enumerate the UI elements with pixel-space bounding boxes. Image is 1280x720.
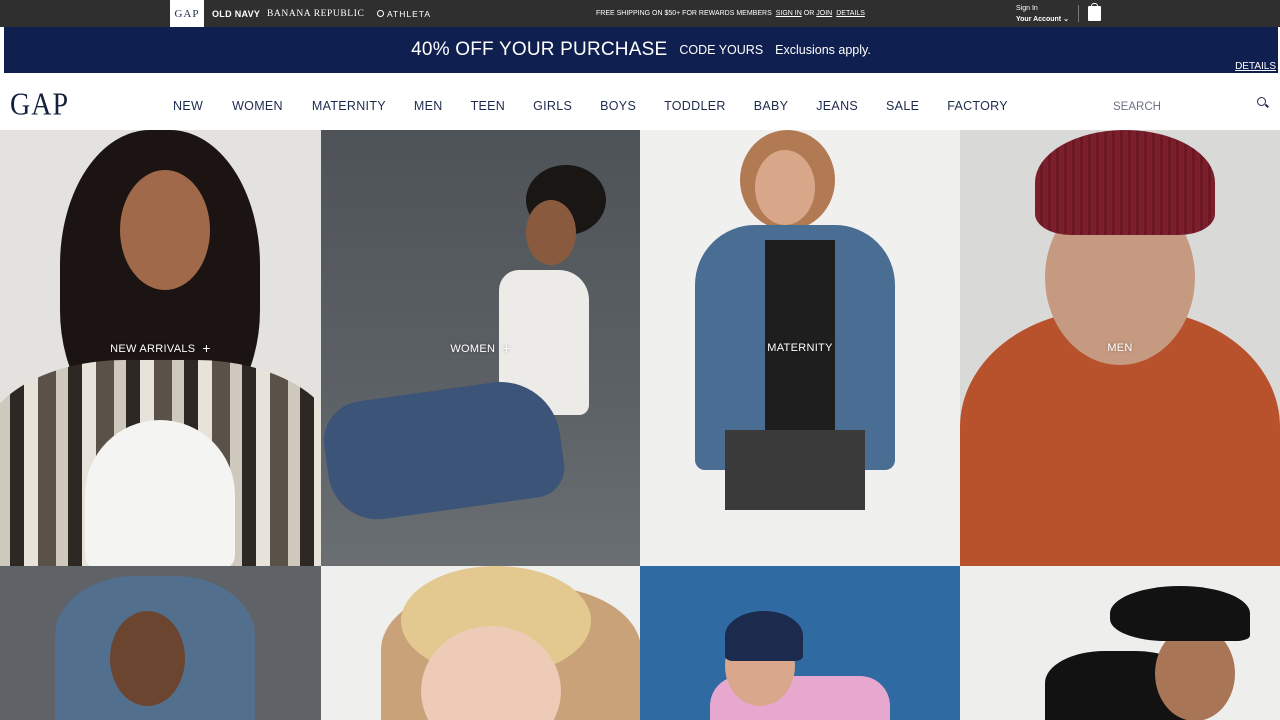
account-menu[interactable]: Sign In Your Account ⌄ [1016,3,1069,25]
promo-banner[interactable]: 40% OFF YOUR PURCHASE CODE YOURS Exclusi… [4,27,1278,73]
nav-categories: NEW WOMEN MATERNITY MEN TEEN GIRLS BOYS … [173,99,1008,113]
tile-girls[interactable] [321,566,640,720]
brand-bar: GAP OLD NAVY BANANA REPUBLIC ATHLETA FRE… [0,0,1280,27]
navy-beanie [725,611,803,661]
jeans [321,374,569,526]
model-face [120,170,210,290]
shipping-details-link[interactable]: DETAILS [836,10,865,17]
tile-label-new-arrivals: NEW ARRIVALS [110,343,196,355]
main-nav: GAP NEW WOMEN MATERNITY MEN TEEN GIRLS B… [0,73,1280,130]
your-account-label[interactable]: Your Account [1016,16,1061,23]
promo-details-link[interactable]: DETAILS [1235,61,1276,72]
brand-link-athleta[interactable]: ATHLETA [377,0,431,27]
sign-in-link[interactable]: SIGN IN [776,10,802,17]
shipping-message: FREE SHIPPING ON $50+ FOR REWARDS MEMBER… [596,0,867,27]
tile-label-men: MEN [1107,342,1133,354]
search-input[interactable] [1113,101,1243,113]
promo-headline: 40% OFF YOUR PURCHASE [411,39,668,60]
brand-link-old-navy[interactable]: OLD NAVY [212,0,260,27]
chevron-down-icon: ⌄ [1063,16,1069,23]
model-face [526,200,576,265]
model-face [110,611,185,706]
shipping-text: FREE SHIPPING ON $50+ FOR REWARDS MEMBER… [596,10,772,17]
promo-exclusions: Exclusions apply. [775,43,871,57]
search-icon[interactable] [1257,97,1266,106]
tile-label-women: WOMEN [450,343,496,355]
white-top [85,420,235,566]
nav-item-baby[interactable]: BABY [754,99,789,113]
nav-item-new[interactable]: NEW [173,99,203,113]
tile-men[interactable]: MEN [960,130,1280,566]
nav-item-men[interactable]: MEN [414,99,443,113]
brand-link-banana-republic[interactable]: BANANA REPUBLIC [267,0,364,27]
tile-label-maternity: MATERNITY [767,342,833,354]
athleta-label: ATHLETA [387,8,431,19]
tile-boys[interactable] [640,566,960,720]
tile-maternity[interactable]: MATERNITY [640,130,960,566]
nav-item-teen[interactable]: TEEN [471,99,506,113]
athleta-logo-icon [377,10,384,17]
account-sign-in[interactable]: Sign In [1016,3,1069,14]
camo-shorts [725,430,865,510]
divider [1078,5,1079,22]
nav-item-jeans[interactable]: JEANS [816,99,858,113]
nav-item-girls[interactable]: GIRLS [533,99,572,113]
search-box[interactable] [1113,97,1268,113]
tile-women[interactable]: WOMEN + [321,130,640,566]
promo-code: CODE YOURS [679,43,764,57]
plus-icon: + [502,340,511,356]
nav-item-toddler[interactable]: TODDLER [664,99,726,113]
tile-new-arrivals[interactable]: NEW ARRIVALS + [0,130,321,566]
gap-logo[interactable]: GAP [10,87,69,124]
shopping-bag-icon[interactable] [1088,3,1101,21]
black-cap [1110,586,1250,641]
tile-toddler[interactable] [960,566,1280,720]
model-face [755,150,815,225]
nav-item-maternity[interactable]: MATERNITY [312,99,386,113]
brand-link-gap[interactable]: GAP [170,0,204,27]
tile-teen[interactable] [0,566,321,720]
plus-icon: + [202,340,211,356]
nav-item-women[interactable]: WOMEN [232,99,283,113]
nav-item-sale[interactable]: SALE [886,99,919,113]
shipping-or: OR [803,10,815,17]
nav-item-factory[interactable]: FACTORY [947,99,1008,113]
join-link[interactable]: JOIN [816,10,832,17]
beanie [1035,130,1215,235]
nav-item-boys[interactable]: BOYS [600,99,636,113]
